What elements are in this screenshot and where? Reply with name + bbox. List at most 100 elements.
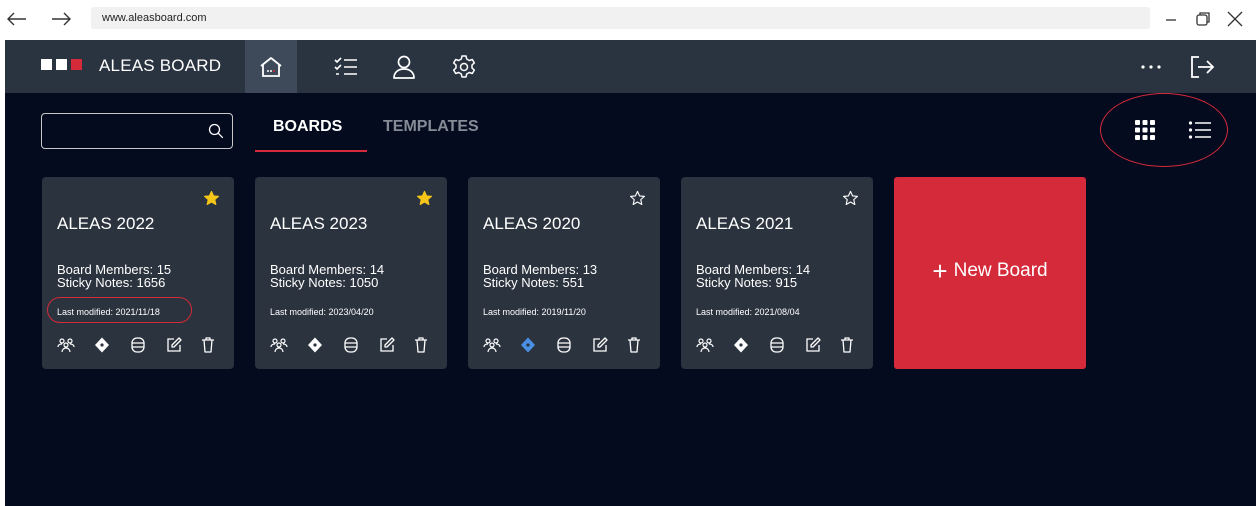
diamond-icon <box>734 337 748 353</box>
board-title: ALEAS 2022 <box>57 214 155 233</box>
database-action-button[interactable] <box>767 335 787 355</box>
grid-icon <box>1135 120 1155 140</box>
search-input[interactable] <box>50 120 200 142</box>
edit-action-button[interactable] <box>377 335 397 355</box>
favorite-toggle[interactable] <box>629 190 646 207</box>
database-icon <box>344 337 358 353</box>
tasks-button[interactable] <box>320 40 372 93</box>
close-icon <box>1227 11 1243 27</box>
members-action-button[interactable] <box>695 335 715 355</box>
board-actions <box>482 335 652 355</box>
database-icon <box>770 337 784 353</box>
new-board-button[interactable]: + New Board <box>894 177 1086 369</box>
profile-button[interactable] <box>378 40 430 93</box>
trash-icon <box>415 337 427 353</box>
board-title: ALEAS 2021 <box>696 214 794 233</box>
new-board-label: New Board <box>953 260 1048 281</box>
browser-bar: www.aleasboard.com <box>0 0 1256 40</box>
logout-button[interactable] <box>1176 40 1228 93</box>
search-box[interactable] <box>41 113 233 149</box>
database-action-button[interactable] <box>341 335 361 355</box>
list-view-button[interactable] <box>1187 118 1213 142</box>
grid-view-button[interactable] <box>1132 118 1158 142</box>
arrow-right-icon <box>52 12 71 26</box>
minimize-button[interactable] <box>1160 8 1182 30</box>
logout-icon <box>1191 55 1215 78</box>
diamond-action-button[interactable] <box>731 335 751 355</box>
members-icon <box>57 338 75 353</box>
forward-button[interactable] <box>50 8 72 30</box>
more-button[interactable] <box>1125 40 1177 93</box>
logo-square <box>56 59 67 70</box>
board-actions <box>269 335 439 355</box>
edit-icon <box>380 337 395 352</box>
address-bar[interactable]: www.aleasboard.com <box>91 7 1150 29</box>
trash-icon <box>628 337 640 353</box>
diamond-action-button[interactable] <box>92 335 112 355</box>
restore-icon <box>1196 12 1210 26</box>
list-icon <box>1188 121 1211 139</box>
edit-action-button[interactable] <box>803 335 823 355</box>
sticky-notes-count: Sticky Notes: 915 <box>696 275 798 290</box>
database-action-button[interactable] <box>554 335 574 355</box>
minimize-icon <box>1166 19 1176 21</box>
favorite-toggle[interactable] <box>416 190 433 207</box>
diamond-icon <box>521 337 535 353</box>
board-title: ALEAS 2023 <box>270 214 368 233</box>
last-modified-date: Last modified: 2019/11/20 <box>483 307 586 317</box>
board-card[interactable]: ALEAS 2023 Board Members: 14 Sticky Notes:… <box>255 177 447 369</box>
favorite-toggle[interactable] <box>203 190 220 207</box>
trash-action-button[interactable] <box>837 335 857 355</box>
board-card[interactable]: ALEAS 2022 Board Members: 15 Sticky Notes:… <box>42 177 234 369</box>
edit-action-button[interactable] <box>590 335 610 355</box>
logo-square <box>41 59 52 70</box>
last-modified-date: Last modified: 2021/08/04 <box>696 307 800 317</box>
star-outline-icon <box>629 190 646 206</box>
trash-icon <box>202 337 214 353</box>
trash-action-button[interactable] <box>624 335 644 355</box>
active-tab-indicator <box>255 150 367 152</box>
board-title: ALEAS 2020 <box>483 214 581 233</box>
members-icon <box>270 338 288 353</box>
members-icon <box>696 338 714 353</box>
database-icon <box>131 337 145 353</box>
close-window-button[interactable] <box>1224 8 1246 30</box>
favorite-toggle[interactable] <box>842 190 859 207</box>
settings-button[interactable] <box>438 40 490 93</box>
members-action-button[interactable] <box>482 335 502 355</box>
app-title: ALEAS BOARD <box>99 56 222 75</box>
plus-icon: + <box>932 255 948 286</box>
last-modified-highlight <box>47 297 192 323</box>
edit-icon <box>167 337 182 352</box>
board-card[interactable]: ALEAS 2020 Board Members: 13 Sticky Notes:… <box>468 177 660 369</box>
checklist-icon <box>334 56 357 75</box>
tab-boards[interactable]: BOARDS <box>273 118 342 136</box>
diamond-action-button[interactable] <box>305 335 325 355</box>
sticky-notes-count: Sticky Notes: 1050 <box>270 275 379 290</box>
members-action-button[interactable] <box>56 335 76 355</box>
edit-icon <box>806 337 821 352</box>
trash-action-button[interactable] <box>198 335 218 355</box>
edit-action-button[interactable] <box>164 335 184 355</box>
diamond-action-button[interactable] <box>518 335 538 355</box>
app-header: ALEAS BOARD <box>5 40 1256 93</box>
maximize-button[interactable] <box>1192 8 1214 30</box>
arrow-left-icon <box>7 12 26 26</box>
back-button[interactable] <box>6 8 28 30</box>
settings-icon <box>452 54 476 78</box>
database-action-button[interactable] <box>128 335 148 355</box>
tab-templates[interactable]: TEMPLATES <box>383 118 479 136</box>
members-action-button[interactable] <box>269 335 289 355</box>
app-window: ALEAS BOARD BOARDS TEMPLATES ALEAS 2022 … <box>5 40 1256 506</box>
members-icon <box>483 338 501 353</box>
sticky-notes-count: Sticky Notes: 551 <box>483 275 585 290</box>
more-icon <box>1141 64 1161 69</box>
trash-action-button[interactable] <box>411 335 431 355</box>
board-actions <box>695 335 865 355</box>
home-button[interactable] <box>245 40 297 93</box>
edit-icon <box>593 337 608 352</box>
diamond-icon <box>95 337 109 353</box>
board-card[interactable]: ALEAS 2021 Board Members: 14 Sticky Notes:… <box>681 177 873 369</box>
search-icon[interactable] <box>208 123 224 139</box>
database-icon <box>557 337 571 353</box>
